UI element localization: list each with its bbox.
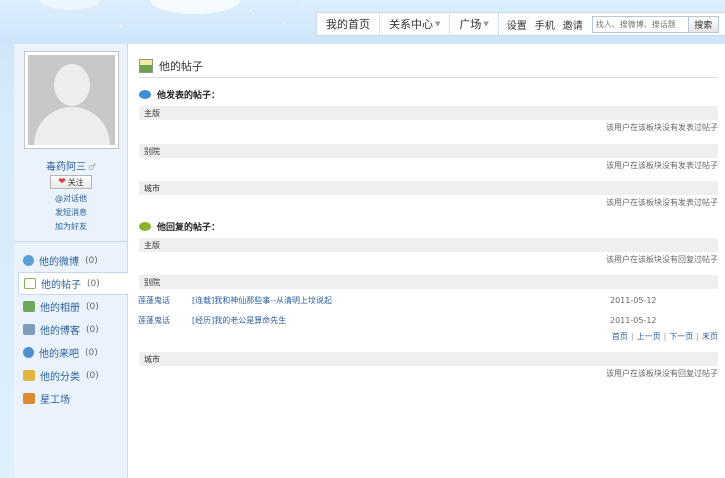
page-title: 他的帖子 bbox=[159, 60, 203, 73]
menu-label: 他的来吧 bbox=[39, 349, 79, 360]
menu-item-category[interactable]: 他的分类 (0) bbox=[14, 364, 128, 387]
chevron-down-icon: ▼ bbox=[483, 20, 489, 28]
speech-bubble-icon bbox=[139, 222, 151, 231]
section-bar-main: 主版 bbox=[139, 106, 718, 120]
nav-home[interactable]: 我的首页 bbox=[317, 13, 380, 35]
section-bar-city: 城市 bbox=[139, 352, 718, 366]
menu-item-blog[interactable]: 他的博客 (0) bbox=[14, 318, 128, 341]
page-header: 他的帖子 bbox=[139, 58, 203, 74]
section-bar-city: 城市 bbox=[139, 181, 718, 195]
mention-link[interactable]: @对话他 bbox=[14, 192, 128, 206]
empty-message: 该用户在该板块没有发表过帖子 bbox=[606, 198, 718, 207]
prev-page-link[interactable]: 上一页 bbox=[637, 331, 661, 342]
empty-message: 该用户在该板块没有回复过帖子 bbox=[606, 255, 718, 264]
main-content: 他的帖子 他发表的帖子： 主版 该用户在该板块没有发表过帖子 别院 该用户在该板… bbox=[128, 44, 725, 478]
nav-relations[interactable]: 关系中心 ▼ bbox=[380, 13, 451, 35]
section-bar-yard: 别院 bbox=[139, 275, 718, 289]
heart-icon: ❤ bbox=[58, 177, 66, 187]
post-date: 2011-05-12 bbox=[610, 315, 657, 325]
forum-link[interactable]: 莲蓬鬼话 bbox=[138, 295, 192, 306]
post-icon bbox=[24, 278, 36, 289]
menu-count: (0) bbox=[85, 347, 98, 358]
posts-icon bbox=[139, 59, 153, 73]
menu-label: 他的相册 bbox=[40, 303, 80, 314]
post-title-link[interactable]: [连载]我和神仙那些事--从清明上坟说起 bbox=[192, 295, 610, 306]
first-page-link[interactable]: 首页 bbox=[612, 331, 628, 342]
search-input[interactable] bbox=[591, 15, 689, 33]
menu-count: (0) bbox=[86, 301, 99, 312]
male-icon: ♂ bbox=[87, 163, 97, 173]
menu-count: (0) bbox=[86, 370, 99, 381]
separator: | bbox=[630, 332, 634, 341]
nav-relations-label: 关系中心 bbox=[389, 18, 433, 31]
menu-label: 他的博客 bbox=[40, 326, 80, 337]
menu-item-posts[interactable]: 他的帖子 (0) bbox=[18, 272, 133, 295]
separator: | bbox=[696, 332, 699, 341]
section-bar-yard: 别院 bbox=[139, 144, 718, 158]
follow-label: 关注 bbox=[67, 177, 84, 187]
nav-home-label: 我的首页 bbox=[326, 18, 370, 31]
list-item: 莲蓬鬼话 [连载]我和神仙那些事--从清明上坟说起 2011-05-12 bbox=[138, 293, 718, 307]
username-text: 毒药阿三 bbox=[45, 162, 86, 173]
avatar[interactable] bbox=[24, 51, 119, 149]
folder-icon bbox=[23, 370, 35, 381]
menu-item-star-workshop[interactable]: 星工场 bbox=[14, 387, 128, 410]
divider bbox=[14, 241, 128, 242]
nav-plaza-label: 广场 bbox=[459, 18, 482, 31]
heading-text: 他回复的帖子： bbox=[157, 223, 221, 233]
menu-item-weibo[interactable]: 他的微博 (0) bbox=[14, 249, 128, 272]
chevron-down-icon: ▼ bbox=[435, 20, 441, 28]
blog-icon bbox=[23, 324, 35, 335]
replied-posts-heading: 他回复的帖子： bbox=[139, 220, 220, 233]
nav-mobile[interactable]: 手机 bbox=[535, 17, 555, 32]
menu-label: 他的微博 bbox=[39, 257, 79, 268]
avatar-head-shape bbox=[54, 64, 90, 106]
menu-label: 他的帖子 bbox=[41, 280, 81, 291]
follow-button[interactable]: ❤ 关注 bbox=[50, 175, 92, 189]
default-avatar-image bbox=[28, 55, 115, 145]
menu-item-album[interactable]: 他的相册 (0) bbox=[14, 295, 128, 318]
empty-message: 该用户在该板块没有发表过帖子 bbox=[606, 123, 718, 132]
top-navigation: 我的首页 关系中心▼ 广场▼ 设置 手机 邀请 搜索 bbox=[316, 12, 725, 36]
last-page-link[interactable]: 末页 bbox=[702, 331, 718, 342]
search-button[interactable]: 搜索 bbox=[688, 15, 719, 33]
add-friend-link[interactable]: 加为好友 bbox=[14, 220, 128, 234]
empty-message: 该用户在该板块没有回复过帖子 bbox=[606, 369, 718, 378]
post-title-link[interactable]: [经历]我的老公是算命先生 bbox=[192, 315, 610, 326]
nav-settings[interactable]: 设置 bbox=[507, 17, 527, 32]
profile-sidebar: 毒药阿三 ♂ ❤ 关注 @对话他 发短消息 加为好友 他的微博 (0) 他的帖子 (0)… bbox=[14, 44, 133, 478]
list-item: 莲蓬鬼话 [经历]我的老公是算命先生 2011-05-12 bbox=[138, 313, 718, 327]
menu-count: (0) bbox=[85, 255, 98, 266]
album-icon bbox=[23, 301, 35, 312]
published-posts-heading: 他发表的帖子： bbox=[139, 88, 220, 101]
separator: | bbox=[663, 332, 667, 341]
speech-bubble-icon bbox=[139, 90, 151, 99]
nav-plaza[interactable]: 广场 ▼ bbox=[450, 13, 499, 35]
send-message-link[interactable]: 发短消息 bbox=[14, 206, 128, 220]
section-bar-main: 主版 bbox=[139, 238, 718, 252]
menu-label: 他的分类 bbox=[40, 372, 80, 383]
profile-actions: @对话他 发短消息 加为好友 bbox=[14, 192, 128, 234]
menu-count: (0) bbox=[86, 324, 99, 335]
forum-link[interactable]: 莲蓬鬼话 bbox=[138, 315, 192, 326]
heading-text: 他发表的帖子： bbox=[157, 91, 221, 101]
crown-icon bbox=[23, 393, 35, 404]
nav-invite[interactable]: 邀请 bbox=[563, 17, 583, 32]
people-icon bbox=[23, 255, 34, 266]
post-date: 2011-05-12 bbox=[610, 295, 657, 305]
menu-label: 星工场 bbox=[40, 395, 70, 406]
group-icon bbox=[23, 347, 34, 358]
pagination: 首页 | 上一页 | 下一页 | 末页 bbox=[612, 331, 718, 342]
profile-username[interactable]: 毒药阿三 ♂ bbox=[14, 158, 128, 173]
profile-menu: 他的微博 (0) 他的帖子 (0) 他的相册 (0) 他的博客 (0) 他的来吧 (0) … bbox=[14, 249, 133, 410]
menu-item-laiba[interactable]: 他的来吧 (0) bbox=[14, 341, 128, 364]
menu-count: (0) bbox=[87, 278, 100, 289]
next-page-link[interactable]: 下一页 bbox=[669, 331, 693, 342]
empty-message: 该用户在该板块没有发表过帖子 bbox=[606, 161, 718, 170]
divider bbox=[139, 77, 718, 78]
avatar-body-shape bbox=[34, 107, 110, 145]
